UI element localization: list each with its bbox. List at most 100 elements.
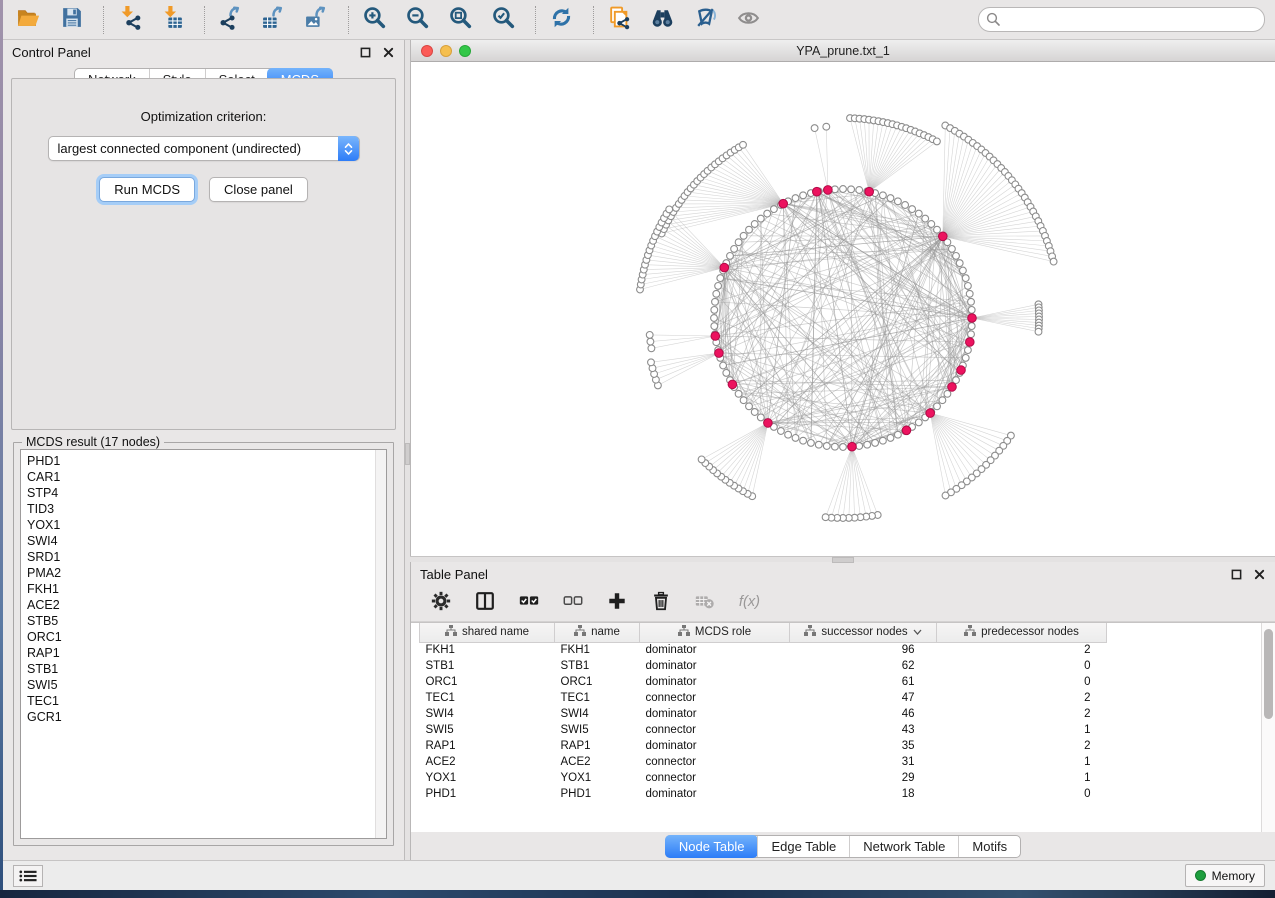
column-header-predecessor-nodes[interactable]: predecessor nodes [937, 623, 1107, 642]
column-header-MCDS-role[interactable]: MCDS role [640, 623, 790, 642]
mcds-result-item[interactable]: TID3 [27, 501, 375, 517]
columns-button[interactable] [473, 592, 497, 616]
run-mcds-button[interactable]: Run MCDS [99, 177, 195, 202]
minimize-window-icon[interactable] [440, 45, 452, 57]
optimization-criterion-label: Optimization criterion: [141, 109, 267, 124]
column-header-name[interactable]: name [555, 623, 640, 642]
table-row[interactable]: TEC1TEC1connector472 [420, 690, 1107, 706]
refresh-button[interactable] [546, 5, 576, 35]
zoom-out-button[interactable] [402, 5, 432, 35]
table-row[interactable]: SWI5SWI5connector431 [420, 722, 1107, 738]
vertical-splitter-grip[interactable] [405, 443, 410, 465]
table-row[interactable]: RAP1RAP1dominator352 [420, 738, 1107, 754]
eye-button[interactable] [733, 5, 763, 35]
mcds-result-item[interactable]: PMA2 [27, 565, 375, 581]
horizontal-splitter[interactable] [410, 556, 1275, 562]
mcds-result-item[interactable]: STP4 [27, 485, 375, 501]
mcds-result-item[interactable]: GCR1 [27, 709, 375, 725]
search-input[interactable] [978, 7, 1265, 32]
duplicate-network-button[interactable] [604, 5, 634, 35]
zoom-selected-button[interactable] [488, 5, 518, 35]
mcds-result-item[interactable]: SWI5 [27, 677, 375, 693]
tab-network-table[interactable]: Network Table [849, 836, 958, 857]
style-visibility-button[interactable] [690, 5, 720, 35]
import-table-button[interactable] [157, 5, 187, 35]
mcds-result-item[interactable]: FKH1 [27, 581, 375, 597]
criterion-select-value: largest connected component (undirected) [58, 141, 302, 156]
binoculars-button[interactable] [647, 5, 677, 35]
table-cell: 43 [790, 722, 937, 738]
mcds-result-item[interactable]: STB5 [27, 613, 375, 629]
criterion-select[interactable]: largest connected component (undirected) [48, 136, 360, 161]
gear-icon [430, 590, 452, 617]
table-scrollbar[interactable] [1261, 623, 1275, 832]
close-table-panel-icon[interactable] [1252, 567, 1266, 581]
table-row[interactable]: PHD1PHD1dominator180 [420, 786, 1107, 802]
export-image-button[interactable] [301, 5, 331, 35]
table-row[interactable]: ORC1ORC1dominator610 [420, 674, 1107, 690]
export-network-button[interactable] [215, 5, 245, 35]
mcds-result-item[interactable]: ACE2 [27, 597, 375, 613]
table-row[interactable]: YOX1YOX1connector291 [420, 770, 1107, 786]
maximize-window-icon[interactable] [459, 45, 471, 57]
mcds-result-item[interactable]: TEC1 [27, 693, 375, 709]
table-cell: RAP1 [555, 738, 640, 754]
table-panel-header: Table Panel [411, 562, 1275, 586]
export-table-button[interactable] [258, 5, 288, 35]
memory-label: Memory [1212, 869, 1255, 883]
mcds-result-item[interactable]: ORC1 [27, 629, 375, 645]
horizontal-splitter-grip[interactable] [832, 557, 854, 563]
float-panel-icon[interactable] [358, 45, 372, 59]
close-panel-icon[interactable] [381, 45, 395, 59]
tab-motifs[interactable]: Motifs [958, 836, 1020, 857]
open-folder-button[interactable] [13, 5, 43, 35]
close-window-icon[interactable] [421, 45, 433, 57]
gear-button[interactable] [429, 592, 453, 616]
vertical-splitter[interactable] [405, 40, 410, 860]
table-cell: 47 [790, 690, 937, 706]
add-button[interactable] [605, 592, 629, 616]
table-row[interactable]: ACE2ACE2connector311 [420, 754, 1107, 770]
tab-edge-table[interactable]: Edge Table [757, 836, 849, 857]
column-tree-icon [678, 625, 690, 639]
network-canvas[interactable] [411, 62, 1275, 556]
import-network-button[interactable] [114, 5, 144, 35]
table-cell: connector [640, 690, 790, 706]
mcds-result-scrollbar[interactable] [375, 450, 386, 838]
column-header-shared-name[interactable]: shared name [420, 623, 555, 642]
mcds-result-item[interactable]: CAR1 [27, 469, 375, 485]
table-scrollbar-thumb[interactable] [1264, 629, 1273, 719]
mcds-result-item[interactable]: RAP1 [27, 645, 375, 661]
mcds-result-item[interactable]: STB1 [27, 661, 375, 677]
table-cell: 0 [937, 674, 1107, 690]
table-row[interactable]: SWI4SWI4dominator462 [420, 706, 1107, 722]
column-header-successor-nodes[interactable]: successor nodes [790, 623, 937, 642]
select-all-button[interactable] [517, 592, 541, 616]
table-cell: 96 [790, 642, 937, 658]
mcds-result-list: PHD1CAR1STP4TID3YOX1SWI4SRD1PMA2FKH1ACE2… [20, 449, 387, 839]
zoom-fit-button[interactable] [445, 5, 475, 35]
mcds-result-item[interactable]: SWI4 [27, 533, 375, 549]
table-cell: ORC1 [420, 674, 555, 690]
close-panel-button[interactable]: Close panel [209, 177, 308, 202]
toolbar-separator [103, 6, 104, 34]
table-row[interactable]: STB1STB1dominator620 [420, 658, 1107, 674]
memory-button[interactable]: Memory [1185, 864, 1265, 887]
tab-node-table[interactable]: Node Table [665, 835, 759, 858]
network-graph[interactable] [411, 62, 1275, 556]
zoom-in-button[interactable] [359, 5, 389, 35]
table-row[interactable]: FKH1FKH1dominator962 [420, 642, 1107, 658]
delete-button[interactable] [649, 592, 673, 616]
mcds-result-item[interactable]: PHD1 [27, 453, 375, 469]
task-history-button[interactable] [13, 865, 43, 887]
float-table-panel-icon[interactable] [1229, 567, 1243, 581]
mcds-result-item[interactable]: SRD1 [27, 549, 375, 565]
select-stepper-icon [338, 136, 359, 161]
save-button[interactable] [56, 5, 86, 35]
desktop-wallpaper [0, 890, 1275, 898]
table-cell: dominator [640, 642, 790, 658]
save-icon [59, 5, 84, 35]
table-cell: 2 [937, 690, 1107, 706]
mcds-result-item[interactable]: YOX1 [27, 517, 375, 533]
deselect-all-button[interactable] [561, 592, 585, 616]
